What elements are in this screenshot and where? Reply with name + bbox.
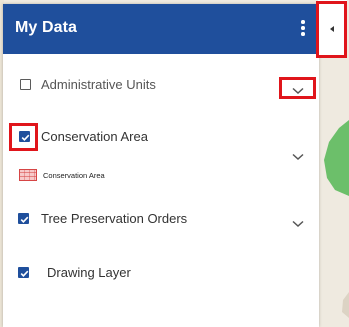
layer-label: Administrative Units xyxy=(41,77,156,92)
chevron-down-icon[interactable] xyxy=(292,220,304,228)
chevron-down-icon[interactable] xyxy=(292,153,304,161)
panel-title: My Data xyxy=(15,19,78,36)
panel-header: My Data xyxy=(3,4,319,54)
legend-label: Conservation Area xyxy=(43,171,105,180)
collapse-panel-button[interactable] xyxy=(318,0,347,58)
layer-checkbox-administrative-units[interactable] xyxy=(20,79,31,90)
kebab-menu-icon[interactable] xyxy=(299,20,307,38)
layer-row-administrative-units: Administrative Units xyxy=(3,70,319,100)
layer-checkbox-conservation-area[interactable] xyxy=(19,131,30,142)
layer-label: Conservation Area xyxy=(41,129,148,144)
layer-label: Drawing Layer xyxy=(47,265,131,280)
chevron-down-icon[interactable] xyxy=(292,87,304,95)
hatched-red-swatch-icon xyxy=(19,169,37,181)
layer-row-conservation-area: Conservation Area Conservation Area xyxy=(3,124,319,186)
layer-label: Tree Preservation Orders xyxy=(41,211,188,226)
layer-row-drawing-layer: Drawing Layer xyxy=(3,258,319,288)
layer-checkbox-drawing-layer[interactable] xyxy=(18,267,29,278)
app-root: My Data Administrative Units Conservatio… xyxy=(0,0,349,327)
layer-row-tree-preservation-orders: Tree Preservation Orders xyxy=(3,204,319,234)
caret-left-icon xyxy=(330,26,334,32)
my-data-panel: My Data Administrative Units Conservatio… xyxy=(3,4,319,327)
layer-checkbox-tree-preservation-orders[interactable] xyxy=(18,213,29,224)
